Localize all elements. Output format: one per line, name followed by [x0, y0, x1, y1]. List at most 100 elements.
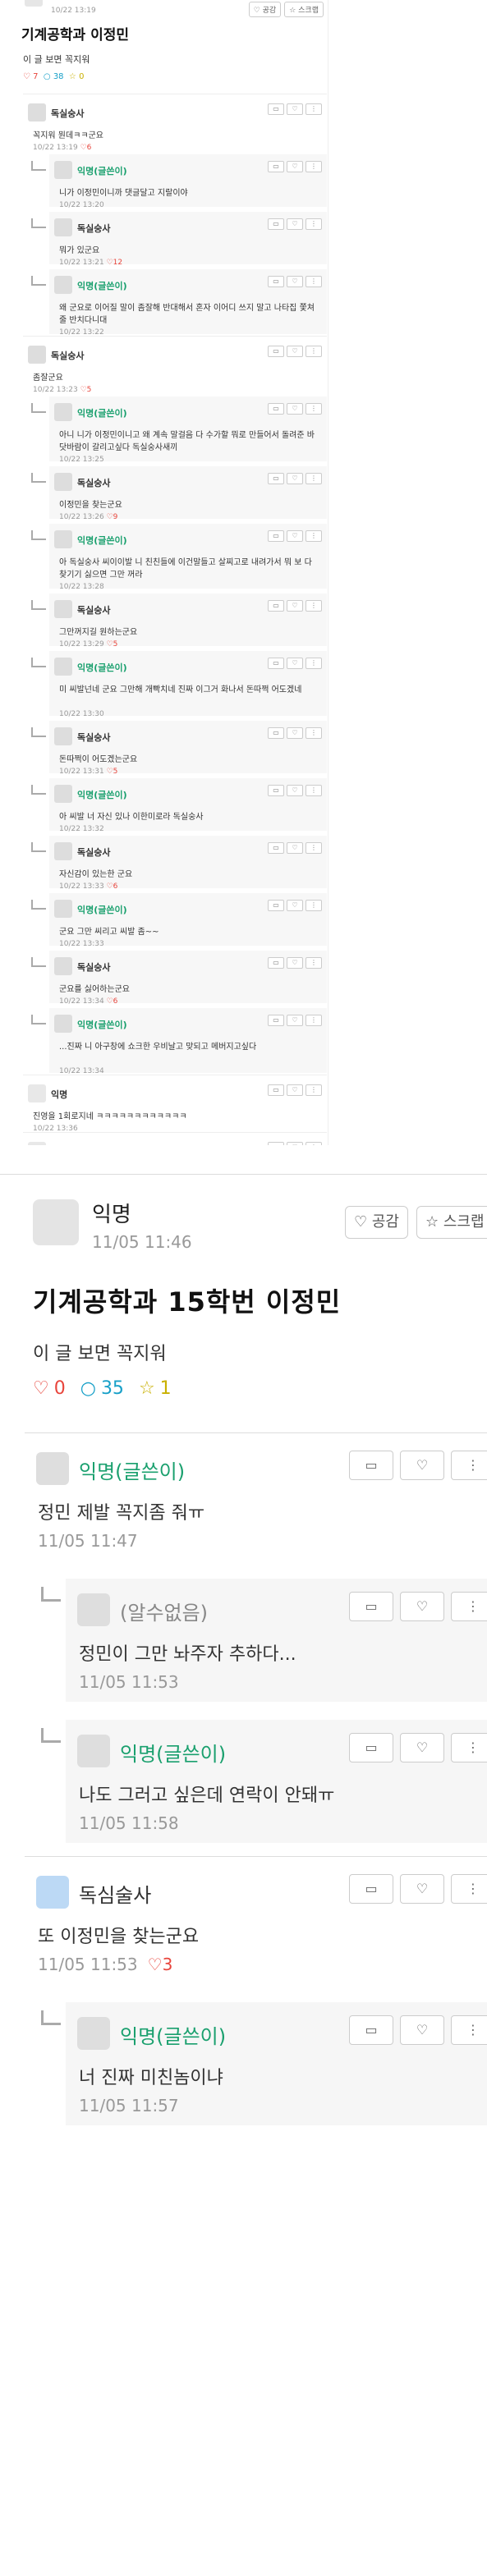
reply-arrow-icon [31, 900, 46, 910]
reply-icon[interactable]: ▭ [268, 727, 284, 739]
comment-text: 이정민을 찾는군요 [59, 501, 122, 510]
scrap-button[interactable]: ☆ 스크랩 [284, 2, 324, 17]
comment: 익명(글쓴이) ▭ ♡ ⋮ 정민 제발 꼭지좀 줘ㅠ 11/05 11:47 [25, 1437, 487, 1561]
comment-actions: ▭♡⋮ [268, 842, 322, 854]
reply-icon[interactable]: ▭ [349, 1451, 393, 1480]
like-icon[interactable]: ♡ [287, 403, 303, 415]
like-button[interactable]: ♡ 공감 [345, 1206, 408, 1239]
like-icon: ♡ [103, 997, 113, 1006]
reply-icon[interactable]: ▭ [268, 473, 284, 484]
like-icon[interactable]: ♡ [400, 1451, 444, 1480]
reply-icon[interactable]: ▭ [349, 1733, 393, 1762]
like-icon[interactable]: ♡ [287, 103, 303, 115]
reply-icon[interactable]: ▭ [268, 218, 284, 230]
more-icon[interactable]: ⋮ [306, 218, 322, 230]
more-icon[interactable]: ⋮ [451, 1733, 487, 1762]
reply-icon[interactable]: ▭ [268, 276, 284, 287]
more-icon[interactable]: ⋮ [306, 161, 322, 172]
like-icon: ♡ [103, 259, 113, 267]
like-icon[interactable]: ♡ [400, 1874, 444, 1904]
more-icon[interactable]: ⋮ [306, 530, 322, 542]
reply-icon[interactable]: ▭ [268, 1015, 284, 1026]
like-icon[interactable]: ♡ [287, 530, 303, 542]
reply-icon[interactable]: ▭ [268, 103, 284, 115]
more-icon[interactable]: ⋮ [306, 103, 322, 115]
comment-text: 군요를 싫어하는군요 [59, 985, 130, 994]
reply-icon[interactable]: ▭ [268, 1084, 284, 1096]
avatar [28, 103, 46, 121]
like-icon[interactable]: ♡ [287, 1015, 303, 1026]
comment-text: 꼭지워 뭔데ㅋㅋ군요 [33, 131, 103, 140]
like-icon[interactable]: ♡ [287, 161, 303, 172]
more-icon[interactable]: ⋮ [306, 600, 322, 612]
more-icon[interactable]: ⋮ [306, 1015, 322, 1026]
like-button[interactable]: ♡ 공감 [248, 2, 282, 17]
avatar [54, 658, 72, 676]
avatar [54, 276, 72, 294]
like-count: 7 [33, 72, 39, 81]
reply-comment: 익명(글쓴이) ▭ ♡ ⋮ 나도 그러고 싶은데 연락이 안돼ㅠ 11/05 11:58 [66, 1720, 487, 1843]
comment-text: 군요 그만 씨리고 씨발 좀~~ [59, 928, 159, 937]
post-author: 익명 [92, 1203, 131, 1227]
comment-actions: ▭♡⋮ [268, 785, 322, 796]
more-icon[interactable]: ⋮ [306, 900, 322, 911]
like-icon: ♡ [147, 1955, 163, 1974]
reply-icon[interactable]: ▭ [349, 1874, 393, 1904]
more-icon[interactable]: ⋮ [306, 403, 322, 415]
more-icon[interactable]: ⋮ [451, 1592, 487, 1621]
more-icon[interactable]: ⋮ [306, 1084, 322, 1096]
comment-actions: ▭♡⋮ [268, 103, 322, 115]
comment-time: 10/22 13:34 [59, 997, 104, 1006]
like-icon[interactable]: ♡ [287, 276, 303, 287]
more-icon[interactable]: ⋮ [451, 2015, 487, 2045]
like-icon[interactable]: ♡ [287, 785, 303, 796]
comment-author: (알수없음) [120, 1602, 209, 1625]
reply-icon[interactable]: ▭ [268, 842, 284, 854]
post-stats: ♡ 0 ○ 35 ☆ 1 [33, 1378, 172, 1399]
like-icon[interactable]: ♡ [287, 900, 303, 911]
reply-icon[interactable]: ▭ [268, 900, 284, 911]
more-icon[interactable]: ⋮ [306, 346, 322, 357]
like-icon[interactable]: ♡ [400, 1592, 444, 1621]
like-icon[interactable]: ♡ [287, 600, 303, 612]
like-icon: ♡ [103, 513, 113, 521]
reply-icon[interactable]: ▭ [268, 403, 284, 415]
reply-icon[interactable]: ▭ [349, 2015, 393, 2045]
like-icon[interactable]: ♡ [287, 218, 303, 230]
reply-icon[interactable]: ▭ [268, 658, 284, 669]
scrap-button[interactable]: ☆ 스크랩 [416, 1206, 487, 1239]
like-icon[interactable]: ♡ [287, 658, 303, 669]
post-title: 기계공학과 이정민 [21, 27, 130, 44]
like-icon[interactable]: ♡ [400, 1733, 444, 1762]
avatar [25, 0, 43, 7]
more-icon[interactable]: ⋮ [306, 785, 322, 796]
reply-icon[interactable]: ▭ [268, 785, 284, 796]
comment-time: 11/05 11:57 [79, 2096, 179, 2115]
comment-text: 좀잘군요 [33, 374, 63, 383]
post-time: 11/05 11:46 [92, 1232, 192, 1252]
like-icon[interactable]: ♡ [287, 727, 303, 739]
scrap-count: 0 [79, 72, 85, 81]
reply-icon[interactable]: ▭ [268, 346, 284, 357]
like-icon[interactable]: ♡ [287, 346, 303, 357]
comment-meta: 10/22 13:29 ♡5 [59, 640, 117, 649]
like-icon[interactable]: ♡ [287, 842, 303, 854]
more-icon[interactable]: ⋮ [451, 1874, 487, 1904]
more-icon[interactable]: ⋮ [451, 1451, 487, 1480]
more-icon[interactable]: ⋮ [306, 957, 322, 969]
reply-icon[interactable]: ▭ [268, 600, 284, 612]
more-icon[interactable]: ⋮ [306, 658, 322, 669]
more-icon[interactable]: ⋮ [306, 473, 322, 484]
more-icon[interactable]: ⋮ [306, 727, 322, 739]
reply-icon[interactable]: ▭ [268, 957, 284, 969]
like-icon[interactable]: ♡ [287, 1084, 303, 1096]
reply-icon[interactable]: ▭ [349, 1592, 393, 1621]
like-icon[interactable]: ♡ [400, 2015, 444, 2045]
reply-icon[interactable]: ▭ [268, 530, 284, 542]
like-icon[interactable]: ♡ [287, 957, 303, 969]
reply-icon[interactable]: ▭ [268, 161, 284, 172]
comment-actions: ▭♡⋮ [268, 218, 322, 230]
more-icon[interactable]: ⋮ [306, 276, 322, 287]
more-icon[interactable]: ⋮ [306, 842, 322, 854]
like-icon[interactable]: ♡ [287, 473, 303, 484]
